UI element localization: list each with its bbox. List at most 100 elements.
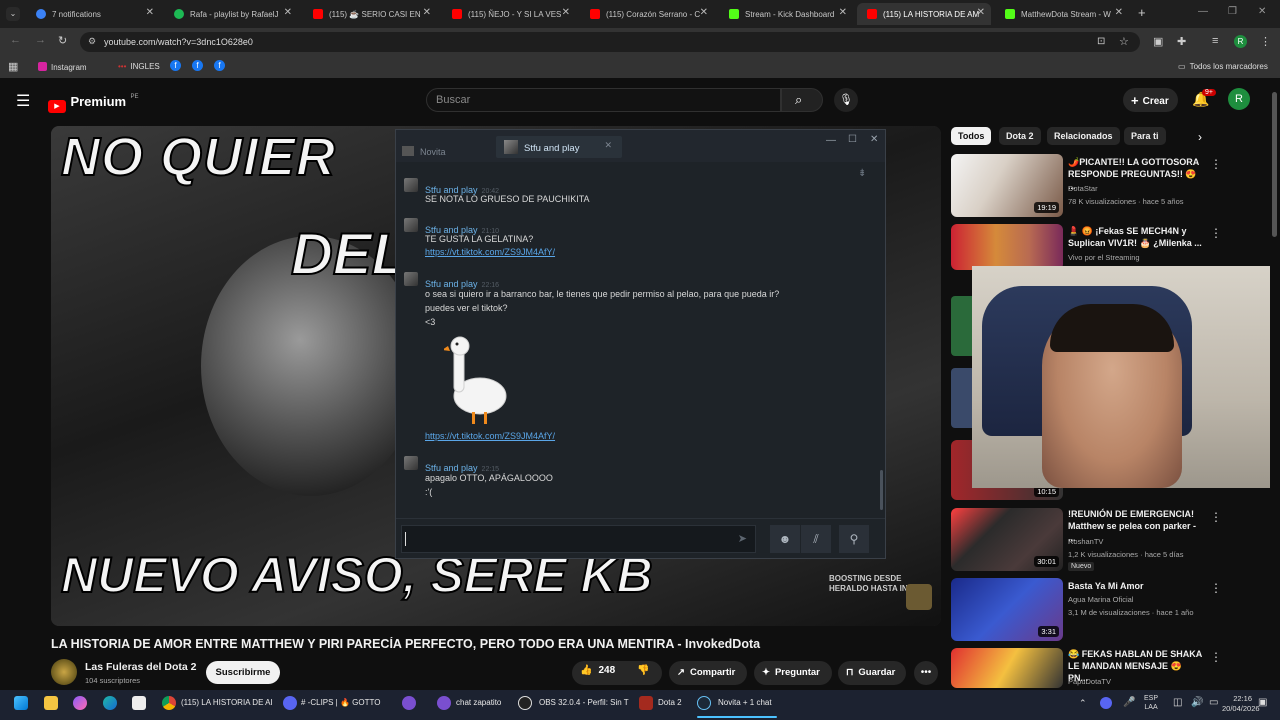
extension-icon[interactable]: ▣ xyxy=(1153,35,1163,48)
recommendation-thumbnail[interactable] xyxy=(951,648,1063,688)
recommendation-channel[interactable]: Vivo por el Streaming xyxy=(1068,253,1140,262)
taskbar-item-chat[interactable]: chat zapatito xyxy=(456,698,501,707)
bookmark-item[interactable]: ••• INGLES xyxy=(118,62,160,71)
network-icon[interactable]: ◫ xyxy=(1173,697,1182,708)
browser-tab[interactable]: (115) ☕ SERIO CASI EN ✕ xyxy=(303,3,437,25)
dislike-button[interactable]: 👎 xyxy=(637,665,649,676)
forward-icon[interactable]: → xyxy=(35,34,46,46)
app-icon[interactable] xyxy=(437,696,451,710)
close-window-icon[interactable]: ✕ xyxy=(1258,6,1266,17)
close-tab-icon[interactable]: ✕ xyxy=(146,7,154,18)
more-options-icon[interactable]: ⋮ xyxy=(1210,581,1222,595)
chat-tab-inactive[interactable]: Novita xyxy=(402,146,446,157)
chip-related[interactable]: Relacionados xyxy=(1047,127,1120,145)
facebook-icon[interactable]: f xyxy=(214,60,225,71)
recommendation-thumbnail[interactable] xyxy=(951,224,1063,270)
close-tab-icon[interactable]: ✕ xyxy=(423,7,431,18)
maximize-icon[interactable]: ❐ xyxy=(1228,6,1237,17)
microphone-icon[interactable]: 🎤 xyxy=(1123,697,1135,708)
recommendation-channel[interactable]: PapuDotaTV xyxy=(1068,677,1111,686)
message-link[interactable]: https://vt.tiktok.com/ZS9JM4AfY/ xyxy=(425,247,555,257)
recommendation-thumbnail[interactable]: 30:01 xyxy=(951,508,1063,571)
site-info-icon[interactable]: ⚙ xyxy=(88,36,96,47)
close-window-icon[interactable]: ✕ xyxy=(870,134,878,145)
taskbar-item-obs[interactable]: OBS 32.0.4 - Perfil: Sin T xyxy=(539,698,629,707)
chat-message-input[interactable]: ➤ xyxy=(401,525,756,553)
copilot-icon[interactable] xyxy=(73,696,87,710)
close-tab-icon[interactable]: ✕ xyxy=(604,140,612,151)
emoticon-button[interactable]: ☻ xyxy=(770,525,800,553)
maximize-icon[interactable]: ☐ xyxy=(848,134,857,145)
edge-icon[interactable] xyxy=(103,696,117,710)
voice-search-icon[interactable]: 🎙 xyxy=(834,88,858,112)
chat-tab-active[interactable]: Stfu and play ✕ xyxy=(496,136,622,158)
more-options-icon[interactable]: ⋮ xyxy=(1210,157,1222,171)
dota-icon[interactable] xyxy=(639,696,653,710)
more-options-icon[interactable]: ⋮ xyxy=(1210,650,1222,664)
recommendation-thumbnail[interactable]: 3:31 xyxy=(951,578,1063,641)
search-button[interactable]: ⌕ xyxy=(781,88,823,112)
more-actions-button[interactable]: ••• xyxy=(914,661,938,685)
recommendation-title[interactable]: 💄 😡 ¡Fekas SE MECH4N y Suplican VIV1R! 🎂… xyxy=(1068,225,1203,249)
message-avatar[interactable] xyxy=(404,218,418,232)
create-button[interactable]: + Crear xyxy=(1123,88,1178,112)
chat-scrollbar[interactable] xyxy=(880,470,883,510)
attach-button[interactable]: ⫽ xyxy=(801,525,831,553)
channel-avatar[interactable] xyxy=(51,659,77,685)
close-tab-icon[interactable]: ✕ xyxy=(700,7,708,18)
recommendation-channel[interactable]: RoshanTV xyxy=(1068,537,1103,546)
apps-grid-icon[interactable]: ▦ xyxy=(8,60,18,73)
recommendation-channel[interactable]: Agua Marina Oficial xyxy=(1068,595,1133,604)
install-icon[interactable]: ⊡ xyxy=(1097,36,1105,47)
store-icon[interactable] xyxy=(132,696,146,710)
windows-start-icon[interactable] xyxy=(14,696,28,710)
file-explorer-icon[interactable] xyxy=(44,696,58,710)
message-avatar[interactable] xyxy=(404,272,418,286)
browser-tab-active[interactable]: (115) LA HISTORIA DE AM ✕ xyxy=(857,3,991,25)
message-avatar[interactable] xyxy=(404,178,418,192)
taskbar-item-dota[interactable]: Dota 2 xyxy=(658,698,682,707)
recommendation-title[interactable]: Basta Ya Mi Amor xyxy=(1068,580,1203,592)
tray-app-icon[interactable] xyxy=(1100,697,1112,709)
tray-chevron-icon[interactable]: ⌃ xyxy=(1079,698,1087,709)
hamburger-menu-icon[interactable]: ☰ xyxy=(16,91,30,111)
share-button[interactable]: ↗ Compartir xyxy=(669,661,747,685)
steam-icon[interactable] xyxy=(697,696,711,710)
bookmark-star-icon[interactable]: ☆ xyxy=(1119,35,1129,48)
recommendation-channel[interactable]: DotaStar xyxy=(1068,184,1098,193)
obs-icon[interactable] xyxy=(518,696,532,710)
add-friend-icon[interactable]: ⇟ xyxy=(858,168,866,179)
recommendation-thumbnail[interactable]: 19:19 xyxy=(951,154,1063,217)
like-button[interactable]: 👍 248 xyxy=(580,665,615,676)
youtube-logo[interactable]: ▶ Premium PE xyxy=(48,93,139,113)
message-link[interactable]: https://vt.tiktok.com/ZS9JM4AfY/ xyxy=(425,431,555,441)
browser-tab[interactable]: MatthewDota Stream - W ✕ xyxy=(995,3,1129,25)
browser-tab[interactable]: (115) ÑEJO - Y SI LA VES ✕ xyxy=(442,3,576,25)
app-icon[interactable] xyxy=(402,696,416,710)
browser-tab[interactable]: 7 notifications ✕ xyxy=(26,3,160,25)
browser-tab[interactable]: Stream - Kick Dashboard ✕ xyxy=(719,3,853,25)
voice-button[interactable]: ⚲ xyxy=(839,525,869,553)
close-tab-icon[interactable]: ✕ xyxy=(839,7,847,18)
close-tab-icon[interactable]: ✕ xyxy=(1115,7,1123,18)
send-icon[interactable]: ➤ xyxy=(738,532,747,545)
clock[interactable]: 22:16 20/04/2026 xyxy=(1222,694,1260,714)
close-tab-icon[interactable]: ✕ xyxy=(562,7,570,18)
chips-next-icon[interactable]: › xyxy=(1198,130,1202,144)
message-avatar[interactable] xyxy=(404,456,418,470)
tab-search-icon[interactable]: ⌄ xyxy=(6,7,20,21)
more-options-icon[interactable]: ⋮ xyxy=(1210,226,1222,240)
all-bookmarks[interactable]: ▭ Todos los marcadores xyxy=(1178,62,1268,71)
minimize-icon[interactable]: — xyxy=(1198,6,1208,17)
save-button[interactable]: ⊓ Guardar xyxy=(838,661,906,685)
channel-name[interactable]: Las Fuleras del Dota 2 xyxy=(85,661,196,673)
facebook-icon[interactable]: f xyxy=(170,60,181,71)
taskbar-item-steam-chat[interactable]: Novita + 1 chat xyxy=(718,698,772,707)
ask-button[interactable]: ✦ Preguntar xyxy=(754,661,832,685)
chip-all[interactable]: Todos xyxy=(951,127,992,145)
account-avatar[interactable]: R xyxy=(1228,88,1250,110)
new-tab-button[interactable]: + xyxy=(1138,5,1146,20)
notification-center-icon[interactable]: ▣ xyxy=(1258,697,1267,708)
page-scrollbar[interactable] xyxy=(1272,92,1277,237)
chip-for-you[interactable]: Para ti xyxy=(1124,127,1166,145)
